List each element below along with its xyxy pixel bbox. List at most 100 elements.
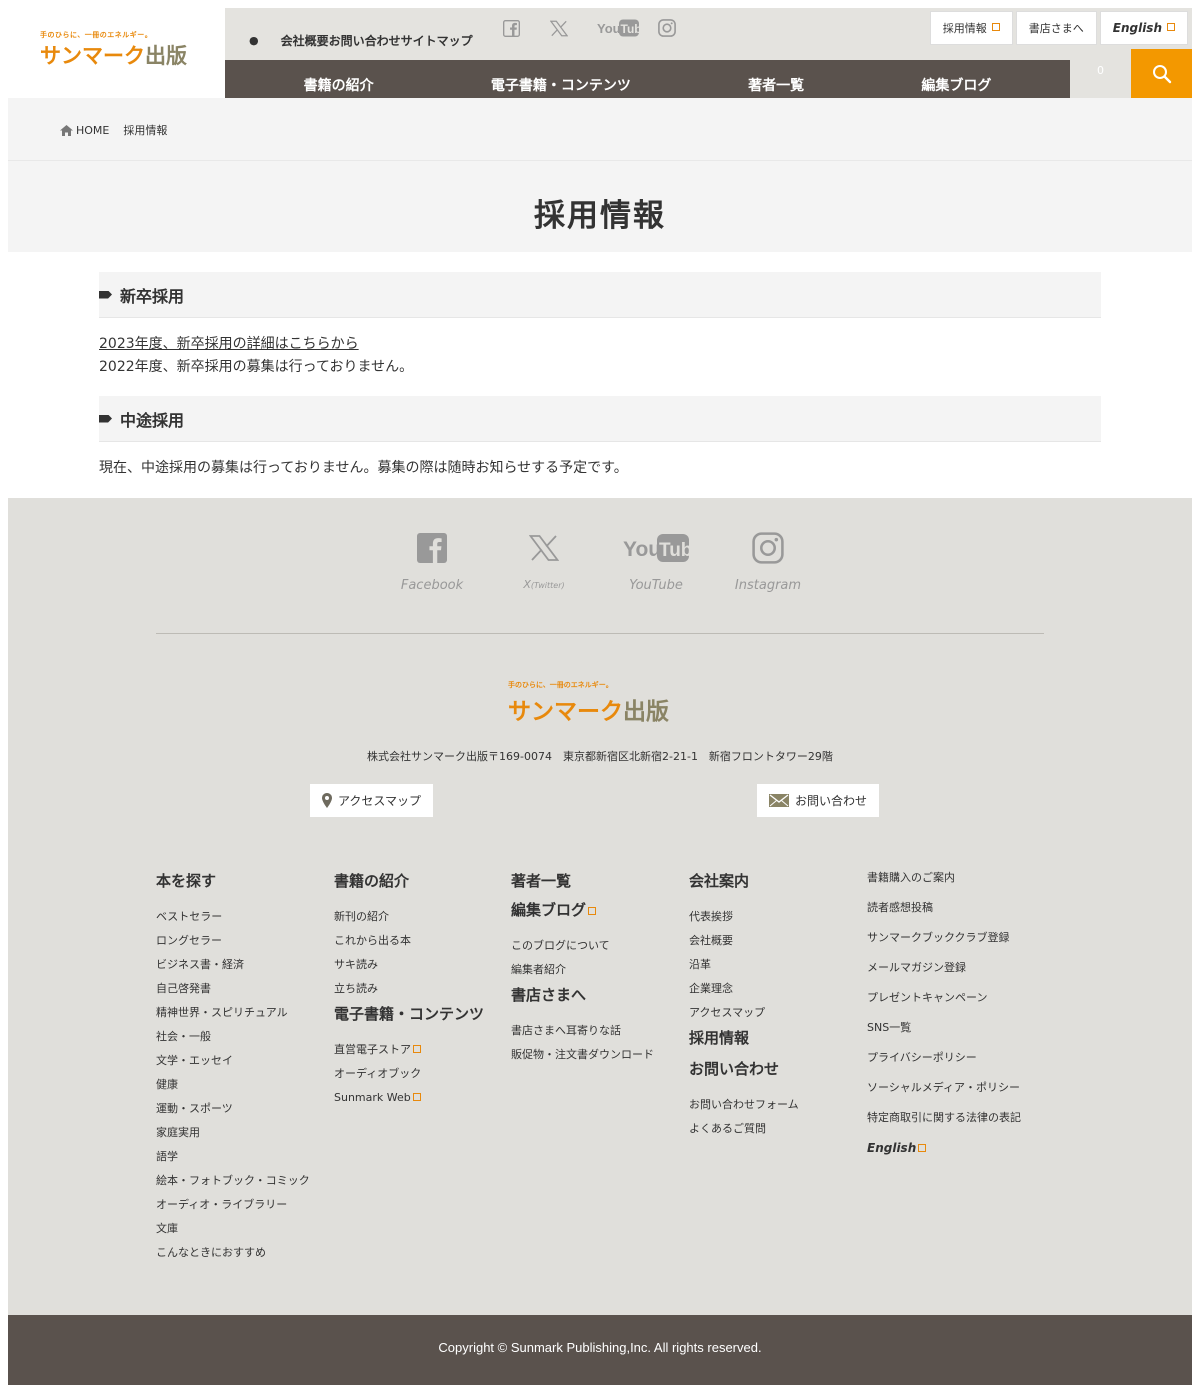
footer-heading-recruit[interactable]: 採用情報 [689, 1027, 799, 1048]
top-link-contact[interactable]: お問い合わせ [329, 32, 401, 49]
external-link-icon [1167, 23, 1175, 31]
footer-link[interactable]: お問い合わせフォーム [689, 1093, 799, 1117]
map-pin-icon [322, 793, 332, 808]
footer-link[interactable]: 運動・スポーツ [156, 1097, 310, 1121]
footer-link[interactable]: オーディオ・ライブラリー [156, 1193, 310, 1217]
footer-link[interactable]: 文学・エッセイ [156, 1049, 310, 1073]
search-button[interactable] [1131, 49, 1192, 98]
breadcrumb-home[interactable]: HOME [60, 124, 109, 137]
footer-logo-name-orange: サンマーク [508, 699, 623, 725]
footer-link-label: 直営電子ストア [334, 1043, 411, 1056]
footer-link[interactable]: 立ち読み [334, 977, 484, 1001]
footer-link[interactable]: 健康 [156, 1073, 310, 1097]
nav-ebooks[interactable]: 電子書籍・コンテンツ [491, 75, 631, 95]
footer-link[interactable]: これから出る本 [334, 929, 484, 953]
footer-link[interactable]: よくあるご質問 [689, 1117, 799, 1141]
cart-count: 0 [1097, 64, 1104, 77]
tag-icon [99, 290, 112, 299]
footer-link[interactable]: ビジネス書・経済 [156, 953, 310, 977]
footer-heading-bookstores[interactable]: 書店さまへ [511, 984, 654, 1005]
footer-link[interactable]: 読者感想投稿 [867, 893, 1021, 923]
contact-button[interactable]: お問い合わせ [757, 784, 880, 817]
bullet-icon: ● [249, 34, 259, 47]
footer-link[interactable]: 精神世界・スピリチュアル [156, 1001, 310, 1025]
footer-link-ebook-store[interactable]: 直営電子ストア [334, 1038, 484, 1062]
english-button[interactable]: English [1099, 11, 1188, 45]
footer-link[interactable]: ソーシャルメディア・ポリシー [867, 1073, 1021, 1103]
new-grad-2023-link[interactable]: 2023年度、新卒採用の詳細はこちらから [99, 333, 359, 353]
section-heading-mid-career: 中途採用 [99, 396, 1101, 442]
footer-instagram-link[interactable]: Instagram [718, 528, 818, 593]
footer-link-english[interactable]: English [867, 1133, 1021, 1163]
footer-link[interactable]: ベストセラー [156, 905, 310, 929]
x-icon [529, 528, 559, 568]
footer-link[interactable]: 代表挨拶 [689, 905, 799, 929]
mail-icon [769, 794, 789, 807]
nav-books[interactable]: 書籍の紹介 [304, 75, 374, 95]
footer-heading-authors[interactable]: 著者一覧 [511, 870, 654, 891]
footer-facebook-link[interactable]: Facebook [382, 528, 482, 593]
breadcrumb: HOME 採用情報 [60, 122, 167, 138]
footer-heading-blog[interactable]: 編集ブログ [511, 899, 654, 920]
footer-logo[interactable]: サンマーク出版 [508, 692, 669, 726]
footer-link[interactable]: プレゼントキャンペーン [867, 983, 1021, 1013]
page-title: 採用情報 [534, 198, 666, 234]
footer-link[interactable]: 沿革 [689, 953, 799, 977]
footer-link[interactable]: 絵本・フォトブック・コミック [156, 1169, 310, 1193]
footer-link[interactable]: プライバシーポリシー [867, 1043, 1021, 1073]
footer-heading-blog-label: 編集ブログ [511, 901, 587, 919]
instagram-icon[interactable] [657, 18, 677, 38]
youtube-icon[interactable]: YouTube [597, 18, 639, 38]
footer-link[interactable]: 家庭実用 [156, 1121, 310, 1145]
footer-link[interactable]: 自己啓発書 [156, 977, 310, 1001]
footer-link[interactable]: 書店さまへ耳寄りな話 [511, 1019, 654, 1043]
footer-link[interactable]: 新刊の紹介 [334, 905, 484, 929]
footer-link[interactable]: 販促物・注文書ダウンロード [511, 1043, 654, 1067]
footer-link[interactable]: 企業理念 [689, 977, 799, 1001]
bookstore-button[interactable]: 書店さまへ [1015, 11, 1097, 45]
top-link-company[interactable]: 会社概要 [281, 32, 329, 49]
footer-heading-books[interactable]: 書籍の紹介 [334, 870, 484, 891]
footer-link-sunmark-web[interactable]: Sunmark Web [334, 1086, 484, 1110]
footer-link[interactable]: 文庫 [156, 1217, 310, 1241]
instagram-label: Instagram [734, 578, 802, 593]
footer-link[interactable]: 特定商取引に関する法律の表記 [867, 1103, 1021, 1133]
external-link-icon [588, 907, 597, 915]
top-link-sitemap[interactable]: サイトマップ [401, 32, 473, 49]
footer-link[interactable]: SNS一覧 [867, 1013, 1021, 1043]
cart-button[interactable]: 0 [1070, 60, 1131, 98]
footer-link[interactable]: メールマガジン登録 [867, 953, 1021, 983]
footer-link[interactable]: オーディオブック [334, 1062, 484, 1086]
footer-link[interactable]: ロングセラー [156, 929, 310, 953]
footer-link[interactable]: サキ読み [334, 953, 484, 977]
footer-link[interactable]: 編集者紹介 [511, 958, 654, 982]
footer: Facebook X(Twitter) YouTube YouTube Inst… [8, 498, 1192, 1315]
footer-x-link[interactable]: X(Twitter) [494, 528, 594, 591]
copyright: Copyright © Sunmark Publishing,Inc. All … [8, 1315, 1192, 1385]
footer-heading-contact[interactable]: お問い合わせ [689, 1058, 799, 1079]
footer-link[interactable]: 書籍購入のご案内 [867, 863, 1021, 893]
facebook-label: Facebook [400, 578, 464, 593]
nav-blog[interactable]: 編集ブログ [921, 75, 991, 95]
nav-authors[interactable]: 著者一覧 [748, 75, 804, 95]
external-link-icon [918, 1144, 927, 1152]
footer-link-english-label: English [867, 1141, 917, 1155]
site-logo[interactable]: 手のひらに、一冊のエネルギー。 サンマーク出版 [8, 8, 225, 98]
footer-link[interactable]: こんなときにおすすめ [156, 1241, 310, 1265]
footer-link[interactable]: 会社概要 [689, 929, 799, 953]
footer-heading-find-books[interactable]: 本を探す [156, 870, 310, 891]
section-heading-mid-career-label: 中途採用 [120, 410, 185, 430]
footer-link[interactable]: アクセスマップ [689, 1001, 799, 1025]
footer-link[interactable]: このブログについて [511, 934, 654, 958]
recruit-button[interactable]: 採用情報 [929, 11, 1013, 45]
footer-link[interactable]: サンマークブッククラブ登録 [867, 923, 1021, 953]
footer-link[interactable]: 語学 [156, 1145, 310, 1169]
x-icon[interactable] [549, 18, 569, 38]
footer-heading-company[interactable]: 会社案内 [689, 870, 799, 891]
facebook-icon[interactable] [501, 18, 521, 38]
footer-heading-ebooks[interactable]: 電子書籍・コンテンツ [334, 1003, 484, 1024]
footer-youtube-link[interactable]: YouTube YouTube [606, 528, 706, 593]
footer-link[interactable]: 社会・一般 [156, 1025, 310, 1049]
access-map-button[interactable]: アクセスマップ [310, 784, 434, 817]
instagram-icon [752, 528, 784, 568]
